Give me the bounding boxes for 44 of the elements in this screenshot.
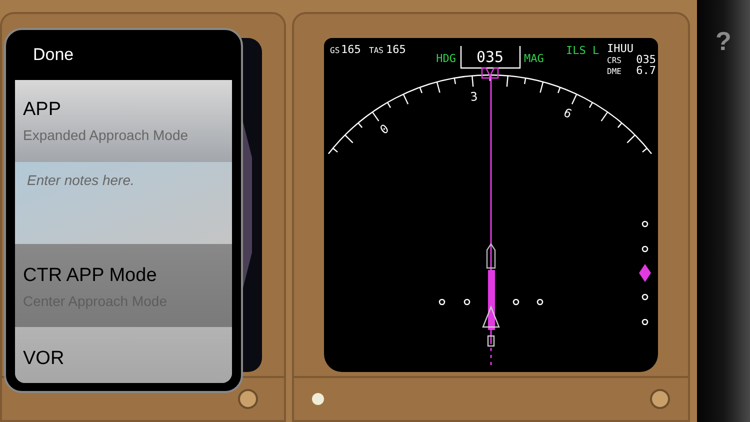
course-line <box>490 348 492 368</box>
screw-icon <box>650 389 670 409</box>
mode-row[interactable]: APP Expanded Approach Mode <box>15 80 232 162</box>
mode-label: ILS L <box>566 44 600 57</box>
magnetic-label: MAG <box>524 52 544 65</box>
distance-label: DME <box>607 67 622 76</box>
deviation-dot <box>512 298 520 306</box>
deviation-dot <box>438 298 446 306</box>
mode-description: Expanded Approach Mode <box>23 126 190 145</box>
course-value: 035 <box>636 53 656 66</box>
glideslope-dot <box>642 294 648 300</box>
compass-label: 0 <box>377 121 392 138</box>
deviation-dot <box>536 298 544 306</box>
notes-field[interactable]: Enter notes here. <box>15 162 232 244</box>
done-button[interactable]: Done <box>33 42 74 68</box>
distance-value: 6.7 <box>636 64 656 77</box>
glideslope-dot <box>642 318 648 326</box>
speed-value: 165 <box>386 43 406 56</box>
speed-label: TAS <box>369 46 384 55</box>
heading-bug <box>481 67 499 79</box>
deviation-bar <box>488 270 495 330</box>
glideslope-dot <box>642 246 648 252</box>
mode-title: VOR <box>23 347 66 371</box>
course-pointer <box>486 242 496 269</box>
screw-icon <box>238 389 258 409</box>
compass-label: 6 <box>562 105 574 122</box>
station-ident: IHUU <box>607 42 634 55</box>
mode-title: APP <box>23 98 62 122</box>
heading-box <box>460 46 521 69</box>
mode-row[interactable]: VOR <box>15 327 232 383</box>
heading-label: HDG <box>436 52 456 65</box>
aircraft-symbol <box>482 305 500 328</box>
speed-label: GS <box>330 46 340 55</box>
course-tail <box>487 335 495 347</box>
heading-value: 035 <box>476 48 504 66</box>
help-button[interactable]: ? <box>716 22 732 52</box>
course-label: CRS <box>607 56 622 65</box>
speed-value: 165 <box>341 43 361 56</box>
deviation-dot <box>464 298 470 306</box>
glideslope-dot <box>642 220 648 228</box>
glideslope-diamond <box>639 264 651 282</box>
mode-title: CTR APP Mode <box>23 264 158 288</box>
indicator-light <box>312 393 324 405</box>
compass-label: 3 <box>470 89 478 104</box>
